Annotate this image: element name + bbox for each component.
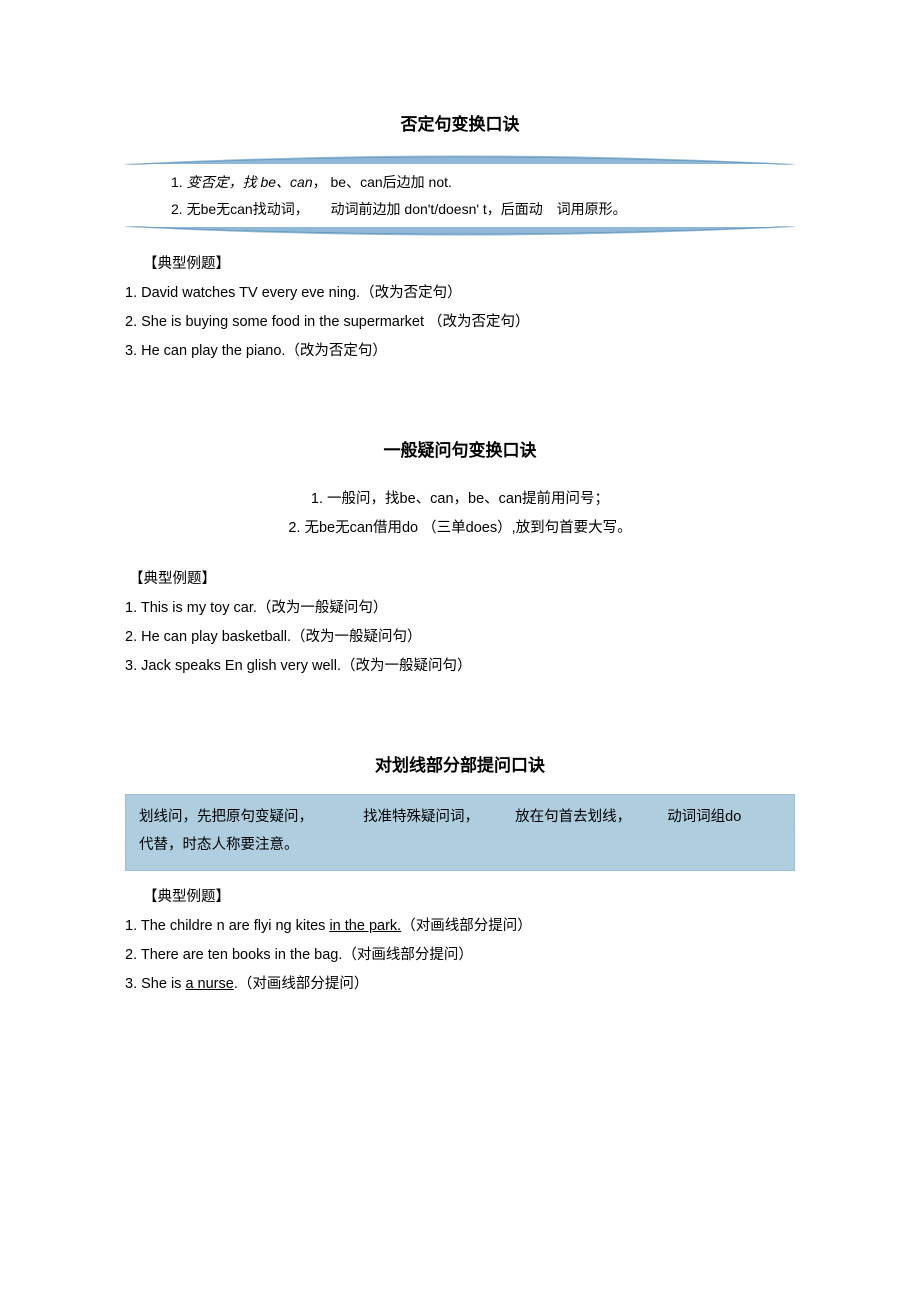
example-item: 2. He can play basketball.（改为一般疑问句） <box>125 623 795 652</box>
examples-list: 1. The childre n are flyi ng kites in th… <box>125 912 795 999</box>
examples-label: 【典型例题】 <box>125 252 795 273</box>
rule-text: be、can后边加 not. <box>331 174 452 190</box>
examples-label: 【典型例题】 <box>125 567 795 588</box>
rule-prefix: 2. <box>171 201 183 217</box>
rule-text: 动词词组do <box>667 809 741 825</box>
section-title: 否定句变换口诀 <box>125 110 795 135</box>
underlined-text: in the park. <box>329 918 401 934</box>
rule-text: ， <box>313 174 327 190</box>
rule-line-1: 1. 一般问，找be、can，be、can提前用问号； <box>125 485 795 514</box>
rule-text: 动词前边加 don't/doesn' t，后面动 <box>331 201 543 217</box>
section-underline-question: 对划线部分部提问口诀 划线问，先把原句变疑问， 找准特殊疑问词， 放在句首去划线… <box>125 751 795 999</box>
rule-text: 变否定，找 be、can <box>187 174 313 190</box>
section-title: 一般疑问句变换口诀 <box>125 436 795 461</box>
rule-text: 放在句首去划线， <box>515 809 631 825</box>
example-text: .（对画线部分提问） <box>234 976 369 992</box>
decorative-arc-bottom <box>125 226 795 238</box>
section-title: 对划线部分部提问口诀 <box>125 751 795 776</box>
example-item: 1. The childre n are flyi ng kites in th… <box>125 912 795 941</box>
rule-line-2: 2. 无be无can借用do （三单does）,放到句首要大写。 <box>125 514 795 543</box>
example-item: 1. This is my toy car.（改为一般疑问句） <box>125 594 795 623</box>
example-item: 3. He can play the piano.（改为否定句） <box>125 337 795 366</box>
section-general-question: 一般疑问句变换口诀 1. 一般问，找be、can，be、can提前用问号； 2.… <box>125 436 795 681</box>
decorative-arc-top <box>125 153 795 165</box>
example-text: （对画线部分提问） <box>401 918 532 934</box>
example-item: 1. David watches TV every eve ning.（改为否定… <box>125 279 795 308</box>
rule-text: 无be无can找动词， <box>187 201 309 217</box>
rule-text: 找准特殊疑问词， <box>363 809 479 825</box>
example-text: 3. She is <box>125 976 185 992</box>
example-item: 3. She is a nurse.（对画线部分提问） <box>125 970 795 999</box>
examples-label: 【典型例题】 <box>125 885 795 906</box>
examples-list: 1. David watches TV every eve ning.（改为否定… <box>125 279 795 366</box>
underlined-text: a nurse <box>185 976 233 992</box>
rule-line-1: 1. 变否定，找 be、can， be、can后边加 not. <box>171 169 795 196</box>
example-item: 2. There are ten books in the bag.（对画线部分… <box>125 941 795 970</box>
rule-box: 1. 一般问，找be、can，be、can提前用问号； 2. 无be无can借用… <box>125 479 795 553</box>
section-negative: 否定句变换口诀 1. 变否定，找 be、can， be、can后边加 not. … <box>125 110 795 366</box>
rule-text: 词用原形。 <box>557 201 627 217</box>
rule-box: 1. 变否定，找 be、can， be、can后边加 not. 2. 无be无c… <box>125 153 795 238</box>
rule-text: 代替，时态人称要注意。 <box>139 837 299 853</box>
example-text: 1. The childre n are flyi ng kites <box>125 918 329 934</box>
rule-line-2: 2. 无be无can找动词， 动词前边加 don't/doesn' t，后面动 … <box>171 196 795 223</box>
rule-prefix: 1. <box>171 174 183 190</box>
rule-text: 划线问，先把原句变疑问， <box>139 809 313 825</box>
example-item: 2. She is buying some food in the superm… <box>125 308 795 337</box>
example-item: 3. Jack speaks En glish very well.（改为一般疑… <box>125 652 795 681</box>
examples-list: 1. This is my toy car.（改为一般疑问句） 2. He ca… <box>125 594 795 681</box>
rule-box: 划线问，先把原句变疑问， 找准特殊疑问词， 放在句首去划线， 动词词组do 代替… <box>125 794 795 871</box>
document-page: 否定句变换口诀 1. 变否定，找 be、can， be、can后边加 not. … <box>0 0 920 1129</box>
